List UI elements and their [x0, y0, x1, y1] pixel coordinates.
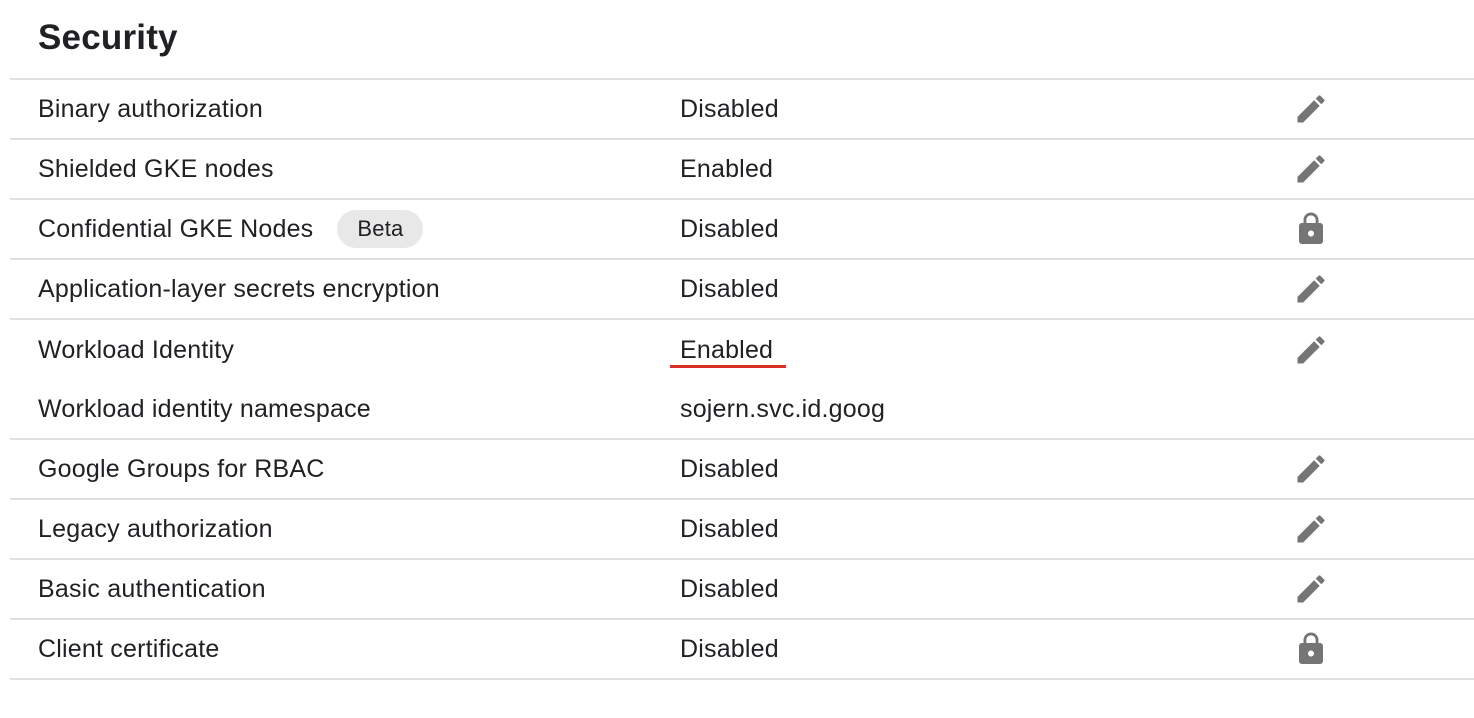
- setting-value: Disabled: [680, 214, 779, 243]
- setting-row-legacy-authorization: Legacy authorization Disabled: [10, 500, 1474, 560]
- setting-value: Enabled: [680, 154, 774, 183]
- edit-icon[interactable]: [1293, 451, 1329, 487]
- setting-row-binary-authorization: Binary authorization Disabled: [10, 80, 1474, 140]
- edit-icon[interactable]: [1293, 571, 1329, 607]
- edit-icon[interactable]: [1293, 271, 1329, 307]
- security-settings-table: Binary authorization Disabled Shielded G…: [10, 78, 1474, 680]
- setting-label: Workload Identity: [38, 335, 235, 364]
- setting-row-client-certificate: Client certificate Disabled: [10, 620, 1474, 680]
- setting-row-workload-identity: Workload Identity Enabled: [10, 320, 1474, 380]
- setting-value: Disabled: [680, 634, 779, 663]
- setting-label: Workload identity namespace: [38, 394, 371, 423]
- setting-row-shielded-gke-nodes: Shielded GKE nodes Enabled: [10, 140, 1474, 200]
- setting-value: Enabled: [669, 320, 787, 380]
- setting-label: Basic authentication: [38, 574, 266, 603]
- lock-icon: [1293, 631, 1329, 667]
- setting-label: Confidential GKE Nodes: [38, 214, 314, 243]
- setting-label: Legacy authorization: [38, 514, 273, 543]
- setting-value: Disabled: [680, 454, 779, 483]
- edit-icon[interactable]: [1293, 151, 1329, 187]
- lock-icon: [1293, 211, 1329, 247]
- setting-label: Binary authorization: [38, 94, 263, 123]
- setting-row-confidential-gke-nodes: Confidential GKE Nodes Beta Disabled: [10, 200, 1474, 260]
- setting-value: Disabled: [680, 574, 779, 603]
- setting-row-workload-identity-namespace: Workload identity namespace sojern.svc.i…: [10, 380, 1474, 440]
- beta-badge: Beta: [337, 210, 424, 248]
- section-title: Security: [38, 18, 178, 57]
- edit-icon[interactable]: [1293, 332, 1329, 368]
- setting-label: Application-layer secrets encryption: [38, 274, 440, 303]
- edit-icon[interactable]: [1293, 91, 1329, 127]
- edit-icon[interactable]: [1293, 511, 1329, 547]
- setting-label: Google Groups for RBAC: [38, 454, 325, 483]
- setting-value: Disabled: [680, 514, 779, 543]
- setting-row-application-layer-secrets-encryption: Application-layer secrets encryption Dis…: [10, 260, 1474, 320]
- setting-label: Shielded GKE nodes: [38, 154, 274, 183]
- setting-value: Disabled: [680, 274, 779, 303]
- setting-label: Client certificate: [38, 634, 220, 663]
- setting-row-basic-authentication: Basic authentication Disabled: [10, 560, 1474, 620]
- setting-value: Disabled: [680, 94, 779, 123]
- setting-value: sojern.svc.id.goog: [680, 394, 886, 423]
- setting-row-google-groups-for-rbac: Google Groups for RBAC Disabled: [10, 440, 1474, 500]
- setting-label-with-badge: Confidential GKE Nodes Beta: [38, 200, 424, 258]
